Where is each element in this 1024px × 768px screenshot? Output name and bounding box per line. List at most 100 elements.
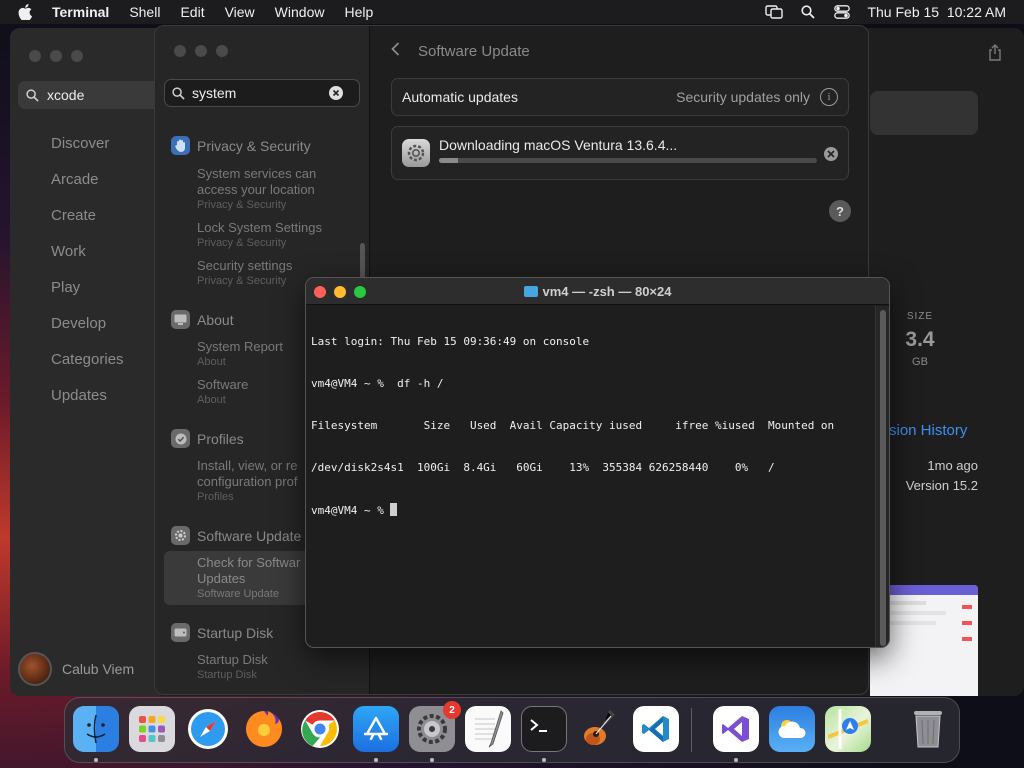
menu-window[interactable]: Window: [275, 4, 325, 20]
help-button[interactable]: ?: [829, 200, 851, 222]
app-store-icon[interactable]: [353, 706, 399, 752]
section-about[interactable]: About: [171, 310, 234, 329]
version-number: Version 15.2: [905, 478, 978, 493]
screen-mirroring-icon[interactable]: [765, 4, 784, 20]
result-startup-disk[interactable]: Startup Disk Startup Disk: [197, 652, 367, 682]
account-name: Calub Viem: [62, 661, 135, 677]
nav-work[interactable]: Work: [51, 242, 124, 278]
version-history-link[interactable]: rsion History: [884, 422, 967, 439]
app-store-window-controls[interactable]: [29, 50, 83, 62]
zoom-icon[interactable]: [71, 50, 83, 62]
scrollbar-thumb[interactable]: [880, 310, 886, 646]
app-store-nav: Discover Arcade Create Work Play Develop…: [51, 134, 124, 422]
automatic-updates-label: Automatic updates: [402, 89, 518, 105]
garageband-icon[interactable]: [577, 706, 623, 752]
terminal-line: Filesystem Size Used Avail Capacity iuse…: [311, 419, 835, 432]
search-icon: [26, 88, 39, 102]
automatic-updates-row[interactable]: Automatic updates Security updates only …: [391, 78, 849, 116]
download-progress-bar: [439, 158, 817, 163]
menu-edit[interactable]: Edit: [180, 4, 204, 20]
cancel-download-icon[interactable]: [824, 147, 838, 161]
result-lock-system-settings[interactable]: Lock System Settings Privacy & Security: [197, 220, 367, 250]
weather-icon[interactable]: [769, 706, 815, 752]
running-indicator: [374, 758, 378, 762]
section-privacy-security[interactable]: Privacy & Security: [171, 136, 311, 155]
running-indicator: [734, 758, 738, 762]
apple-menu-icon[interactable]: [18, 4, 36, 20]
text-cursor: [390, 503, 398, 516]
menu-help[interactable]: Help: [344, 4, 373, 20]
terminal-output[interactable]: Last login: Thu Feb 15 09:36:49 on conso…: [311, 307, 873, 647]
nav-arcade[interactable]: Arcade: [51, 170, 124, 206]
terminal-window[interactable]: vm4 — -zsh — 80×24 Last login: Thu Feb 1…: [305, 277, 890, 648]
dock: 2: [64, 697, 960, 763]
settings-window-controls[interactable]: [174, 45, 228, 57]
terminal-scrollbar[interactable]: [875, 306, 889, 647]
result-location-services[interactable]: System services can access your location…: [197, 166, 367, 212]
finder-icon[interactable]: [73, 706, 119, 752]
terminal-prompt: vm4@VM4 ~ %: [311, 504, 391, 517]
automatic-updates-value: Security updates only: [676, 89, 810, 105]
hand-icon: [171, 136, 190, 155]
trash-icon[interactable]: [905, 706, 951, 752]
vscode-icon[interactable]: [633, 706, 679, 752]
terminal-icon[interactable]: [521, 706, 567, 752]
textedit-icon[interactable]: [465, 706, 511, 752]
disk-icon: [171, 623, 190, 642]
nav-develop[interactable]: Develop: [51, 314, 124, 350]
info-icon[interactable]: i: [820, 88, 838, 106]
nav-updates[interactable]: Updates: [51, 386, 124, 422]
app-get-button-area: [870, 91, 978, 135]
share-icon[interactable]: [988, 44, 1002, 66]
close-icon[interactable]: [174, 45, 186, 57]
software-update-gear-icon: [402, 139, 430, 167]
pane-header: Software Update: [391, 42, 530, 60]
menu-app-name[interactable]: Terminal: [52, 4, 109, 20]
nav-discover[interactable]: Discover: [51, 134, 124, 170]
terminal-prompt-line[interactable]: vm4@VM4 ~ %: [311, 503, 873, 517]
clear-search-icon[interactable]: [329, 86, 350, 103]
terminal-title: vm4 — -zsh — 80×24: [542, 284, 672, 299]
minimize-icon[interactable]: [195, 45, 207, 57]
minimize-icon[interactable]: [50, 50, 62, 62]
chrome-icon[interactable]: [297, 706, 343, 752]
section-software-update[interactable]: Software Update: [171, 526, 301, 545]
download-progress-fill: [439, 158, 458, 163]
maps-icon[interactable]: [825, 706, 871, 752]
back-chevron-icon[interactable]: [391, 42, 400, 60]
computer-icon: [171, 310, 190, 329]
settings-search-input[interactable]: system: [164, 79, 360, 107]
terminal-line: vm4@VM4 ~ % df -h /: [311, 377, 444, 390]
dock-separator: [691, 708, 692, 752]
safari-icon[interactable]: [185, 706, 231, 752]
notification-badge: 2: [443, 701, 461, 719]
app-store-account[interactable]: Calub Viem: [18, 652, 134, 686]
size-unit: GB: [912, 356, 928, 368]
firefox-icon[interactable]: [241, 706, 287, 752]
visual-studio-icon[interactable]: [713, 706, 759, 752]
menu-clock[interactable]: Thu Feb 15 10:22 AM: [867, 4, 1006, 20]
section-startup-disk[interactable]: Startup Disk: [171, 623, 273, 642]
size-value: 3.4: [905, 328, 935, 351]
nav-create[interactable]: Create: [51, 206, 124, 242]
section-profiles[interactable]: Profiles: [171, 429, 244, 448]
folder-icon: [523, 286, 538, 297]
updated-ago: 1mo ago: [927, 458, 978, 473]
avatar: [18, 652, 52, 686]
nav-categories[interactable]: Categories: [51, 350, 124, 386]
launchpad-icon[interactable]: [129, 706, 175, 752]
menu-bar: Terminal Shell Edit View Window Help Thu…: [0, 0, 1024, 24]
checkmark-badge-icon: [171, 429, 190, 448]
menu-view[interactable]: View: [225, 4, 255, 20]
running-indicator: [542, 758, 546, 762]
close-icon[interactable]: [29, 50, 41, 62]
terminal-title-bar[interactable]: vm4 — -zsh — 80×24: [306, 278, 889, 305]
spotlight-search-icon[interactable]: [799, 4, 817, 20]
system-settings-icon[interactable]: 2: [409, 701, 461, 752]
control-center-icon[interactable]: [833, 4, 851, 20]
nav-play[interactable]: Play: [51, 278, 124, 314]
size-label: SIZE: [906, 311, 934, 322]
terminal-line: /dev/disk2s4s1 100Gi 8.4Gi 60Gi 13% 3553…: [311, 461, 775, 474]
zoom-icon[interactable]: [216, 45, 228, 57]
menu-shell[interactable]: Shell: [129, 4, 160, 20]
